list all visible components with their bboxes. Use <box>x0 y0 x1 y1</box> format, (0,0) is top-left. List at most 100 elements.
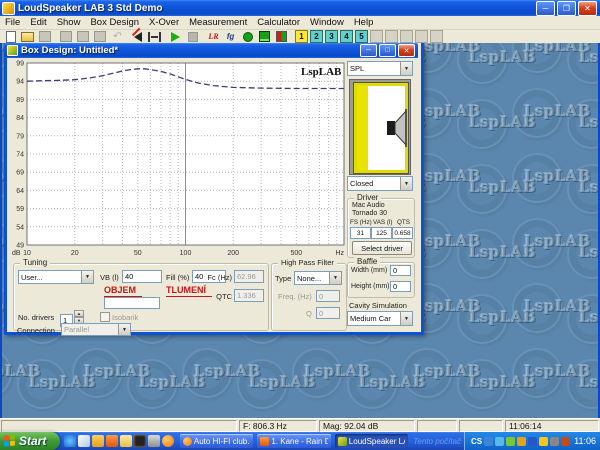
updates-icon[interactable] <box>539 437 548 446</box>
outlook-icon[interactable] <box>92 435 104 447</box>
chevron-down-icon: ▼ <box>118 324 130 335</box>
display-icon[interactable] <box>550 437 559 446</box>
start-label: Start <box>19 434 46 448</box>
task-label: 1. Kane - Rain Down ... <box>271 437 327 446</box>
cavity-simulation-select[interactable]: Medium Car▼ <box>347 311 413 326</box>
internet-explorer-icon[interactable] <box>64 435 76 447</box>
enclosure-box <box>354 83 408 173</box>
menu-help[interactable]: Help <box>349 17 379 28</box>
connection-select: Parallel▼ <box>61 323 131 336</box>
enclosure-type-select[interactable]: Closed▼ <box>347 176 413 191</box>
child-maximize-icon[interactable]: □ <box>379 44 396 57</box>
preview-icon[interactable] <box>75 31 90 43</box>
preset-disabled-icon <box>415 30 428 43</box>
child-minimize-icon[interactable]: ─ <box>360 44 377 57</box>
qtc-output <box>234 289 264 302</box>
play-icon[interactable] <box>168 31 183 43</box>
svg-text:50: 50 <box>134 250 142 257</box>
preset-button-5[interactable]: 5 <box>355 30 368 43</box>
menu-measurement[interactable]: Measurement <box>184 17 252 28</box>
network-icon[interactable] <box>495 437 504 446</box>
spin-up-icon[interactable]: ▲ <box>74 310 84 317</box>
open-icon[interactable] <box>20 31 35 43</box>
restore-icon[interactable]: ❐ <box>557 1 576 16</box>
chevron-down-icon[interactable]: ▼ <box>400 312 412 325</box>
volume-icon[interactable] <box>484 437 493 446</box>
svg-text:Hz: Hz <box>335 250 344 257</box>
folder-icon[interactable] <box>120 435 132 447</box>
taskbar-task-firefox[interactable]: Auto HI-FI club.cz | ... <box>180 434 253 448</box>
task-label: LoudSpeaker LAB 3 S... <box>349 437 405 446</box>
lr-measure-icon[interactable]: LR <box>206 31 221 43</box>
chevron-down-icon[interactable]: ▼ <box>329 272 341 284</box>
task-label: Auto HI-FI club.cz | ... <box>194 437 250 446</box>
taskbar-task-loudspeaker[interactable]: LoudSpeaker LAB 3 S... <box>335 434 408 448</box>
taskbar-task-music[interactable]: 1. Kane - Rain Down ... <box>257 434 330 448</box>
baffle-width-input[interactable] <box>390 265 411 276</box>
graph-type-select[interactable]: SPL▼ <box>347 61 413 76</box>
minimize-icon[interactable]: ─ <box>536 1 555 16</box>
isobarik-label: Isobarik <box>112 313 138 322</box>
graph-redgreen-icon[interactable] <box>274 31 289 43</box>
copy-icon[interactable] <box>92 31 107 43</box>
new-icon[interactable] <box>3 31 18 43</box>
no-drivers-stepper[interactable]: ▲▼ <box>60 310 84 323</box>
preset-button-4[interactable]: 4 <box>340 30 353 43</box>
menu-calculator[interactable]: Calculator <box>252 17 305 28</box>
speaker-mute-icon[interactable] <box>130 31 145 43</box>
preset-button-3[interactable]: 3 <box>325 30 338 43</box>
graph-green-icon[interactable] <box>257 31 272 43</box>
fill-label: Fill (%) <box>166 273 189 282</box>
preset-button-1[interactable]: 1 <box>295 30 308 43</box>
vb-input[interactable] <box>122 270 162 283</box>
tuning-group: Tuning User...▼ VB (l) OBJEM Fill (%) TL… <box>13 263 269 331</box>
start-button[interactable]: Start <box>0 432 60 450</box>
menu-box-design[interactable]: Box Design <box>85 17 144 28</box>
chevron-down-icon[interactable]: ▼ <box>400 177 412 190</box>
menu-window[interactable]: Window <box>305 17 349 28</box>
undo-icon[interactable]: ↶ <box>109 31 124 43</box>
menu-x-over[interactable]: X-Over <box>144 17 184 28</box>
status-magnitude: Mag: 92.04 dB <box>319 420 415 432</box>
levels-icon[interactable] <box>147 31 162 43</box>
record-icon[interactable] <box>240 31 255 43</box>
app-title: LoudSpeaker LAB 3 Std Demo <box>18 3 162 14</box>
menu-edit[interactable]: Edit <box>25 17 51 28</box>
language-indicator[interactable]: CS <box>471 437 482 446</box>
fg-generator-icon[interactable]: fg <box>223 31 238 43</box>
chevron-down-icon[interactable]: ▼ <box>400 62 412 75</box>
print-icon[interactable] <box>58 31 73 43</box>
taskbar: Start Auto HI-FI club.cz | ... 1. Kane -… <box>0 432 600 450</box>
stop-icon[interactable] <box>185 31 200 43</box>
connection-label: Connection <box>17 326 55 335</box>
vb-secondary-input[interactable] <box>104 297 160 309</box>
spl-chart: 9994898479746964595449dB102050100200500H… <box>11 60 347 258</box>
close-icon[interactable]: ✕ <box>578 1 597 16</box>
chevron-down-icon[interactable]: ▼ <box>81 271 93 283</box>
firefox-icon[interactable] <box>162 435 174 447</box>
preset-button-2[interactable]: 2 <box>310 30 323 43</box>
show-desktop-icon[interactable] <box>78 435 90 447</box>
power-icon[interactable] <box>561 437 570 446</box>
antivirus-icon[interactable] <box>517 437 526 446</box>
isobarik-checkbox[interactable] <box>100 312 110 322</box>
tuning-mode-select[interactable]: User...▼ <box>18 270 94 284</box>
bluetooth-icon[interactable] <box>528 437 537 446</box>
menu-file[interactable]: File <box>0 17 25 28</box>
windows-flag-icon <box>4 434 16 447</box>
screen: LoudSpeaker LAB 3 Std Demo ─ ❐ ✕ File Ed… <box>0 0 600 450</box>
control-icon[interactable] <box>148 435 160 447</box>
hpf-q-input <box>316 307 340 319</box>
select-driver-button[interactable]: Select driver <box>352 241 412 255</box>
baffle-height-input[interactable] <box>390 281 411 292</box>
save-icon[interactable] <box>37 31 52 43</box>
wallpaper-watermark: LspLAB <box>579 48 600 66</box>
no-drivers-label: No. drivers <box>18 313 54 322</box>
media-player-icon[interactable] <box>106 435 118 447</box>
messenger-icon[interactable] <box>506 437 515 446</box>
menu-show[interactable]: Show <box>52 17 86 28</box>
hpf-type-select[interactable]: None...▼ <box>294 271 342 285</box>
child-close-icon[interactable]: ✕ <box>398 44 415 57</box>
winamp-icon[interactable] <box>134 435 146 447</box>
taskbar-clock[interactable]: 11:06 <box>574 436 596 446</box>
